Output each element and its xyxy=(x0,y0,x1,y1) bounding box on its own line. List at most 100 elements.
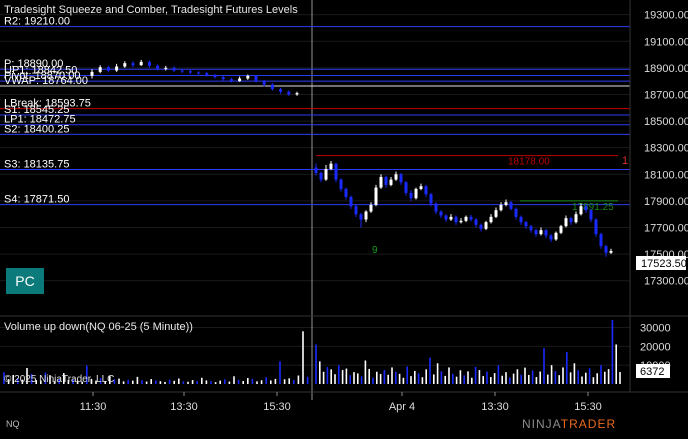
candle-body xyxy=(449,216,453,220)
candle-body xyxy=(509,202,513,209)
candle-body xyxy=(434,203,438,212)
candle-body xyxy=(287,91,291,95)
level-label: R2: 19210.00 xyxy=(4,16,70,28)
instrument-label: NQ xyxy=(6,419,20,429)
level-label: S2: 18400.25 xyxy=(4,123,69,135)
candle-body xyxy=(334,163,338,180)
target-label: 18178.00 xyxy=(508,157,550,168)
candle-body xyxy=(369,204,373,212)
last-volume-tag: 6372 xyxy=(636,364,670,378)
candle-body xyxy=(359,214,363,220)
candle-body xyxy=(534,230,538,235)
grid-lines xyxy=(0,14,630,366)
candle-body xyxy=(519,216,523,223)
candle-body xyxy=(188,71,192,73)
candle-body xyxy=(379,176,383,188)
candle-body xyxy=(444,215,448,220)
candle-body xyxy=(404,182,408,193)
price-tick-label: 18700.00 xyxy=(644,89,688,101)
last-price-tag: 17523.50 xyxy=(636,256,687,270)
candle-body xyxy=(594,219,598,235)
volume-panel-title: Volume up down(NQ 06-25 (5 Minute)) xyxy=(4,321,193,333)
candle-body xyxy=(599,234,603,247)
candle-body xyxy=(254,75,258,82)
candle-body xyxy=(339,179,343,189)
candle-body xyxy=(98,67,102,72)
candle-body xyxy=(459,220,463,223)
candle-body xyxy=(389,179,393,185)
candle-body xyxy=(419,186,423,189)
candle-body xyxy=(539,230,543,235)
candle-body xyxy=(221,77,225,80)
candle-body xyxy=(324,168,328,180)
candle-body xyxy=(238,78,242,82)
candle-body xyxy=(319,172,323,180)
price-tick-label: 18900.00 xyxy=(644,63,688,75)
price-tick-label: 18500.00 xyxy=(644,116,688,128)
candle-body xyxy=(229,79,233,82)
price-tick-label: 19300.00 xyxy=(644,10,688,22)
candle-body xyxy=(464,216,468,221)
candle-body xyxy=(106,67,110,71)
candle-body xyxy=(474,219,478,225)
candle-body xyxy=(554,232,558,240)
candle-body xyxy=(374,187,378,205)
price-tick-label: 17300.00 xyxy=(644,276,688,288)
candle-body xyxy=(469,216,473,220)
candle-body xyxy=(564,218,568,227)
chart-canvas[interactable]: 18178.00 17891.25 R2: 19210.00P: 18890.00… xyxy=(0,0,688,434)
candle-body xyxy=(524,222,528,227)
candle-body xyxy=(399,174,403,183)
target-label: 17891.25 xyxy=(572,202,614,213)
level-labels: R2: 19210.00P: 18890.00UP1: 18842.50Pivo… xyxy=(4,16,91,206)
candle-body xyxy=(279,89,283,92)
candle-body xyxy=(180,70,184,72)
time-tick-label: 11:30 xyxy=(80,401,107,413)
candle-body xyxy=(344,188,348,197)
level-label: S3: 18135.75 xyxy=(4,159,69,171)
candle-body xyxy=(246,75,250,79)
candle-body xyxy=(429,194,433,204)
candle-body xyxy=(197,72,201,74)
candle-body xyxy=(262,81,266,85)
time-tick-label: 15:30 xyxy=(263,401,291,413)
candle-body xyxy=(329,163,333,169)
time-tick-label: 13:30 xyxy=(170,401,198,413)
candle-body xyxy=(364,211,368,220)
candle-body xyxy=(589,210,593,220)
price-tick-label: 18300.00 xyxy=(644,143,688,155)
price-tick-label: 18100.00 xyxy=(644,169,688,181)
candle-body xyxy=(147,61,151,66)
candle-body xyxy=(156,65,160,69)
candle-body xyxy=(559,226,563,233)
candle-body xyxy=(139,61,143,66)
candle-body xyxy=(514,208,518,217)
volume-tick-label: 20000 xyxy=(640,341,671,353)
candle-body xyxy=(494,210,498,217)
candle-body xyxy=(384,176,388,185)
candle-body xyxy=(489,216,493,223)
candle-body xyxy=(295,93,299,95)
level-label: S4: 17871.50 xyxy=(4,194,69,206)
candle-body xyxy=(205,73,209,76)
last-volume-label: 6372 xyxy=(640,366,664,378)
time-tick-label: 15:30 xyxy=(574,401,602,413)
squeeze-count-a: 9 xyxy=(372,245,378,256)
candle-body xyxy=(90,71,94,76)
candle-body xyxy=(439,211,443,216)
logo-ninja-text: NINJA xyxy=(522,417,561,431)
candle-body xyxy=(131,63,135,66)
candle-body xyxy=(604,246,608,253)
logo-trader-text: TRADER xyxy=(560,417,617,431)
candle-body xyxy=(213,75,217,78)
candle-body xyxy=(579,206,583,215)
time-axis[interactable]: 11:30 13:30 15:30 Apr 4 13:30 15:30 xyxy=(80,392,602,413)
candle-body xyxy=(123,63,127,67)
candle-body xyxy=(499,204,503,211)
pc-button[interactable]: PC xyxy=(6,268,44,294)
price-panel-title: Tradesight Squeeze and Comber, Tradesigh… xyxy=(4,4,298,16)
candle-body xyxy=(584,206,588,211)
candle-body xyxy=(354,206,358,215)
time-tick-label: 13:30 xyxy=(481,401,509,413)
copyright-text: © 2025 NinjaTrader, LLC xyxy=(4,374,114,385)
